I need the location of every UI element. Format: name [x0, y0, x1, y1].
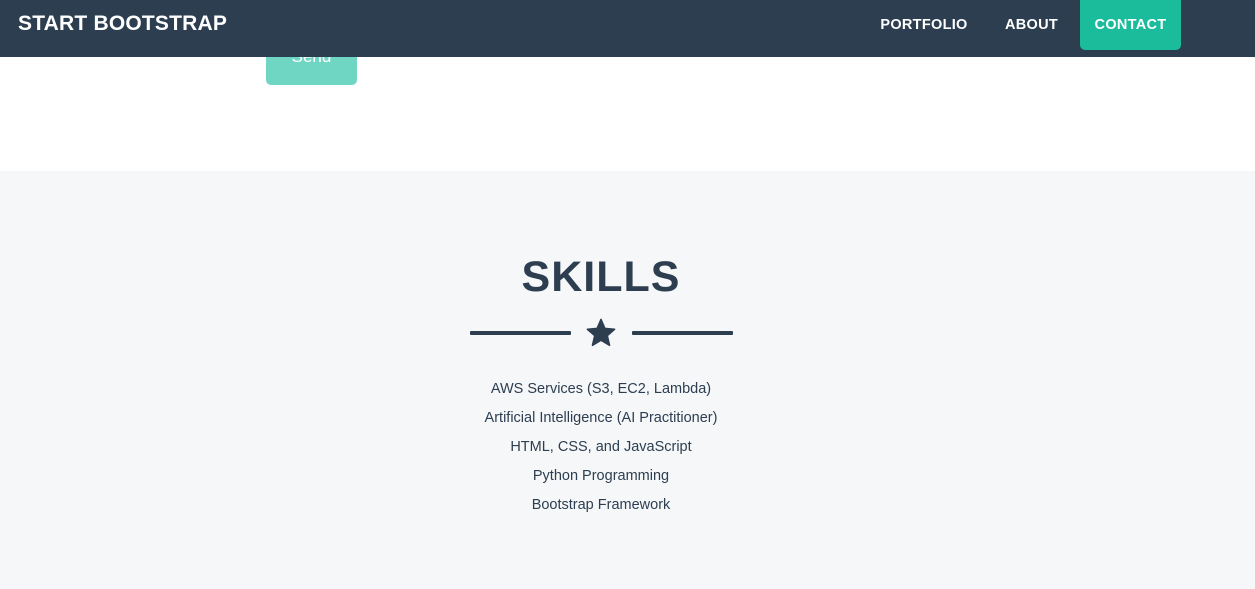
navbar: START BOOTSTRAP PORTFOLIO ABOUT CONTACT [0, 0, 1255, 57]
skill-item: Python Programming [532, 468, 670, 484]
skills-section: SKILLS AWS Services (S3, EC2, Lambda) Ar… [0, 171, 1255, 589]
skill-item: HTML, CSS, and JavaScript [510, 439, 692, 455]
divider-line-right [632, 331, 733, 335]
skill-item: Bootstrap Framework [531, 497, 671, 513]
nav-link-portfolio[interactable]: PORTFOLIO [866, 0, 982, 50]
nav-link-about[interactable]: ABOUT [990, 0, 1073, 50]
nav-link-contact[interactable]: CONTACT [1080, 0, 1181, 50]
brand-link[interactable]: START BOOTSTRAP [18, 12, 227, 36]
skill-item: AWS Services (S3, EC2, Lambda) [490, 381, 712, 397]
page: Send START BOOTSTRAP PORTFOLIO ABOUT CON… [0, 0, 1255, 589]
skill-list: AWS Services (S3, EC2, Lambda) Artificia… [0, 375, 1202, 520]
skills-heading: SKILLS [521, 253, 681, 301]
divider-line-left [470, 331, 571, 335]
skill-item: Artificial Intelligence (AI Practitioner… [484, 410, 718, 426]
star-icon [586, 318, 616, 347]
